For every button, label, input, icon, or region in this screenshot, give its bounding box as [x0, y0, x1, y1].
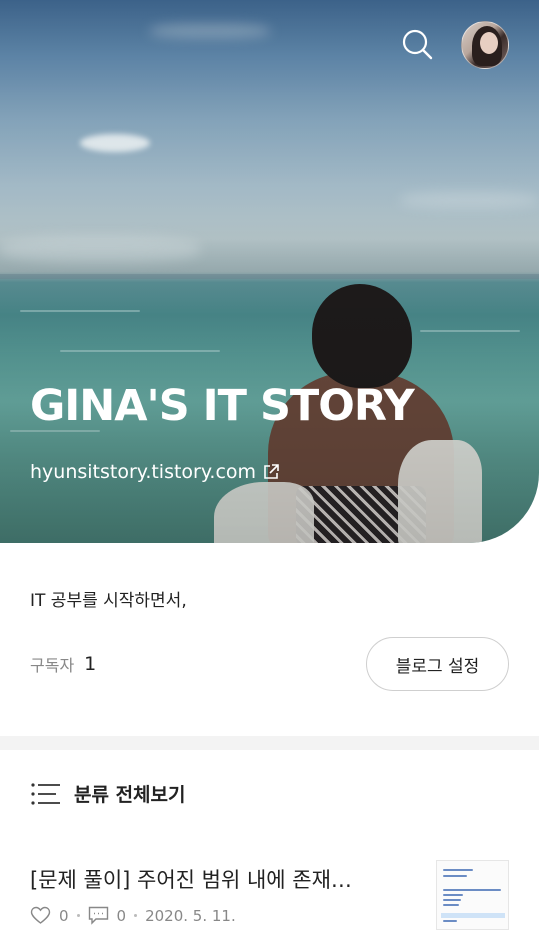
like-count: 0 [59, 906, 69, 925]
section-divider [0, 736, 539, 750]
blog-description: IT 공부를 시작하면서, [30, 591, 187, 611]
comment-icon[interactable] [88, 906, 109, 925]
post-meta: 0 0 2020. 5. 11. [30, 906, 236, 925]
blog-url: hyunsitstory.tistory.com [30, 461, 257, 483]
subscribers-label: 구독자 [30, 656, 75, 675]
category-label: 분류 전체보기 [74, 784, 186, 806]
category-all-link[interactable]: 분류 전체보기 [30, 780, 186, 807]
post-date: 2020. 5. 11. [145, 906, 236, 925]
post-title[interactable]: [문제 풀이] 주어진 범위 내에 존재… [30, 864, 400, 894]
search-icon[interactable] [401, 28, 433, 60]
blog-title[interactable]: GINA'S IT STORY [30, 381, 415, 431]
subscriber-count: 구독자 1 [30, 652, 96, 676]
avatar[interactable] [461, 21, 509, 69]
blog-cover: GINA'S IT STORY hyunsitstory.tistory.com [0, 0, 539, 543]
thumb-line [443, 899, 461, 901]
blog-url-link[interactable]: hyunsitstory.tistory.com [30, 461, 280, 483]
thumb-line [443, 920, 457, 922]
thumb-line [443, 894, 463, 896]
list-icon [31, 782, 60, 805]
thumb-line [443, 875, 467, 877]
thumb-line [443, 869, 473, 871]
blog-settings-button[interactable]: 블로그 설정 [366, 637, 509, 691]
subscribers-number: 1 [84, 653, 97, 675]
external-link-icon [264, 464, 279, 479]
meta-separator [76, 914, 80, 917]
list-item[interactable]: [문제 풀이] 주어진 범위 내에 존재… 0 0 2020. 5. 11. [0, 850, 539, 936]
thumb-line [443, 904, 459, 906]
thumb-line [443, 889, 501, 891]
meta-separator [134, 914, 138, 917]
avatar-face [480, 32, 498, 54]
heart-icon[interactable] [30, 906, 51, 925]
post-thumbnail[interactable] [436, 860, 509, 930]
thumb-highlight [441, 913, 505, 918]
comment-count: 0 [116, 906, 127, 925]
